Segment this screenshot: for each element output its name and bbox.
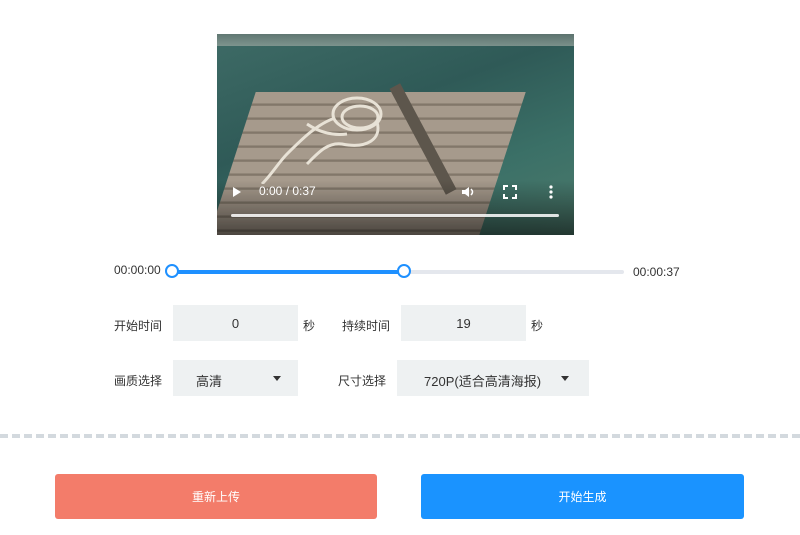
range-start-time: 00:00:00 bbox=[114, 263, 161, 277]
play-icon[interactable] bbox=[233, 187, 241, 197]
more-vertical-icon[interactable] bbox=[549, 185, 553, 199]
quality-label: 画质选择 bbox=[114, 374, 163, 388]
quality-select[interactable]: 高清 bbox=[173, 360, 298, 396]
chevron-down-icon bbox=[561, 376, 569, 381]
quality-value: 高清 bbox=[196, 374, 223, 389]
volume-icon[interactable] bbox=[460, 184, 476, 200]
fullscreen-icon[interactable] bbox=[503, 185, 517, 199]
start-time-label: 开始时间 bbox=[114, 319, 163, 333]
chevron-down-icon bbox=[273, 376, 281, 381]
duration-input[interactable]: 19 bbox=[401, 305, 526, 341]
range-end-handle[interactable] bbox=[397, 264, 412, 278]
start-time-unit: 秒 bbox=[303, 319, 316, 333]
reupload-button[interactable]: 重新上传 bbox=[55, 474, 377, 519]
start-time-input[interactable]: 0 bbox=[173, 305, 298, 341]
video-frame bbox=[217, 34, 574, 235]
size-value: 720P(适合高清海报) bbox=[424, 374, 542, 389]
duration-label: 持续时间 bbox=[342, 319, 391, 333]
size-select[interactable]: 720P(适合高清海报) bbox=[397, 360, 589, 396]
duration-unit: 秒 bbox=[531, 319, 544, 333]
range-start-handle[interactable] bbox=[165, 264, 179, 278]
section-divider bbox=[0, 434, 800, 438]
video-player[interactable]: 0:00 / 0:37 bbox=[217, 34, 574, 235]
video-controls: 0:00 / 0:37 bbox=[217, 182, 574, 204]
video-progress-bar[interactable] bbox=[231, 214, 559, 217]
generate-button[interactable]: 开始生成 bbox=[421, 474, 744, 519]
range-end-time: 00:00:37 bbox=[633, 265, 680, 279]
rope-image bbox=[260, 96, 383, 184]
range-slider-fill bbox=[172, 270, 405, 274]
size-label: 尺寸选择 bbox=[338, 374, 387, 388]
video-time: 0:00 / 0:37 bbox=[259, 184, 316, 198]
